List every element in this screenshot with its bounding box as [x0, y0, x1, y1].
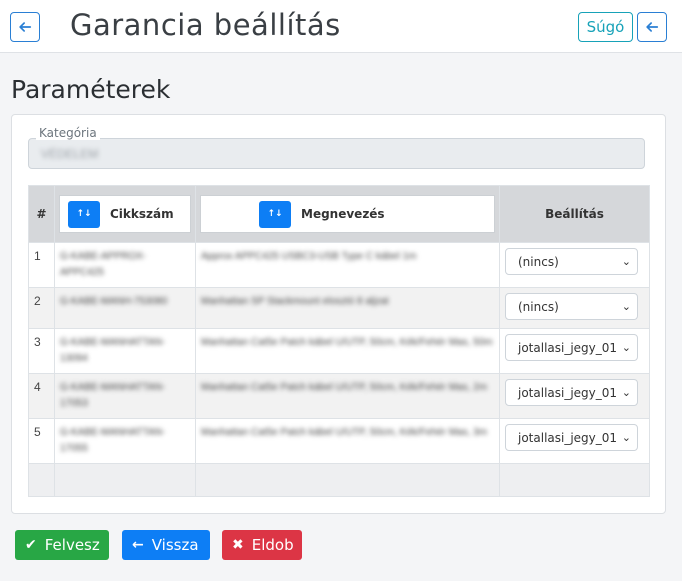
setting-select[interactable]: (nincs) ⌄ — [505, 248, 638, 275]
col-header-num: # — [28, 185, 55, 243]
col-header-sku-label: Cikkszám — [110, 207, 174, 221]
setting-select[interactable]: jotallasi_jegy_01 ⌄ — [505, 424, 638, 451]
setting-select-value: jotallasi_jegy_01 — [518, 430, 618, 445]
chevron-down-icon: ⌄ — [621, 386, 631, 399]
col-header-name-label: Megnevezés — [301, 207, 385, 221]
setting-select[interactable]: jotallasi_jegy_01 ⌄ — [505, 379, 638, 406]
setting-select-value: (nincs) — [518, 299, 559, 314]
chevron-down-icon: ⌄ — [621, 255, 631, 268]
arrow-left-icon — [646, 22, 659, 32]
chevron-down-icon: ⌄ — [621, 300, 631, 313]
chevron-down-icon: ⌄ — [621, 341, 631, 354]
back-footer-button[interactable]: ← Vissza — [122, 530, 210, 560]
table-filler-row — [28, 463, 650, 497]
arrow-left-icon — [19, 22, 32, 32]
empty-cell — [28, 463, 55, 497]
category-field: VÉDELEM — [28, 138, 645, 169]
category-label: Kategória — [36, 126, 100, 140]
back-button-right[interactable] — [637, 12, 667, 42]
row-sku: G-KABE-MANHATTAN-17055 — [60, 427, 166, 454]
setting-select-value: jotallasi_jegy_01 — [518, 385, 618, 400]
top-bar: Garancia beállítás Súgó — [0, 0, 682, 53]
table-row: 1 G-KABE-APPROX-APPC425 Approx APPC425 U… — [28, 242, 650, 288]
back-button-label: Vissza — [151, 536, 199, 554]
close-icon: ✖ — [232, 537, 244, 553]
empty-cell — [54, 463, 196, 497]
table-row: 3 G-KABE-MANHATTAN-13094 Manhattan Cat5e… — [28, 328, 650, 374]
col-header-sku: ↑↓ Cikkszám — [54, 185, 196, 243]
row-number: 2 — [28, 287, 55, 329]
discard-button-label: Eldob — [251, 536, 294, 554]
col-header-setting: Beállítás — [499, 185, 650, 243]
setting-select[interactable]: jotallasi_jegy_01 ⌄ — [505, 334, 638, 361]
row-number: 1 — [28, 242, 55, 288]
table-row: 4 G-KABE-MANHATTAN-17053 Manhattan Cat5e… — [28, 373, 650, 419]
section-title: Paraméterek — [11, 75, 171, 104]
col-header-name: ↑↓ Megnevezés — [195, 185, 500, 243]
row-name: Manhattan SP Stackmount elosztó 8 aljzat — [201, 296, 389, 307]
page-title: Garancia beállítás — [70, 8, 341, 42]
row-name: Manhattan Cat5e Patch kábel U/UTP, 50cm,… — [201, 337, 493, 348]
setting-select-value: jotallasi_jegy_01 — [518, 340, 618, 355]
back-button[interactable] — [10, 12, 40, 42]
items-table: # ↑↓ Cikkszám ↑↓ Megnevezés Beállítás 1 … — [28, 185, 650, 497]
category-value: VÉDELEM — [41, 147, 99, 161]
table-row: 5 G-KABE-MANHATTAN-17055 Manhattan Cat5e… — [28, 418, 650, 464]
chevron-down-icon: ⌄ — [621, 431, 631, 444]
sort-sku-button[interactable]: ↑↓ — [68, 200, 100, 228]
row-sku: G-KABE-MANHATTAN-17053 — [60, 382, 166, 409]
add-button-label: Felvesz — [44, 536, 100, 554]
empty-cell — [195, 463, 500, 497]
row-number: 5 — [28, 418, 55, 464]
row-sku: G-KABE-MANH-753080 — [60, 296, 168, 307]
row-number: 3 — [28, 328, 55, 374]
setting-select[interactable]: (nincs) ⌄ — [505, 293, 638, 320]
table-header-row: # ↑↓ Cikkszám ↑↓ Megnevezés Beállítás — [28, 185, 650, 243]
empty-cell — [499, 463, 650, 497]
row-number: 4 — [28, 373, 55, 419]
add-button[interactable]: ✔ Felvesz — [15, 530, 109, 560]
table-row: 2 G-KABE-MANH-753080 Manhattan SP Stackm… — [28, 287, 650, 329]
setting-select-value: (nincs) — [518, 254, 559, 269]
row-name: Manhattan Cat5e Patch kábel U/UTP, 50cm,… — [201, 427, 488, 438]
row-sku: G-KABE-APPROX-APPC425 — [60, 251, 147, 278]
row-sku: G-KABE-MANHATTAN-13094 — [60, 337, 166, 364]
row-name: Manhattan Cat5e Patch kábel U/UTP, 50cm,… — [201, 382, 488, 393]
discard-button[interactable]: ✖ Eldob — [222, 530, 302, 560]
sort-name-button[interactable]: ↑↓ — [259, 200, 291, 228]
check-icon: ✔ — [25, 537, 37, 553]
row-name: Approx APPC425 USBC3-USB Type C kábel 1m — [201, 251, 417, 262]
help-button[interactable]: Súgó — [578, 12, 633, 42]
arrow-left-icon: ← — [132, 537, 144, 553]
